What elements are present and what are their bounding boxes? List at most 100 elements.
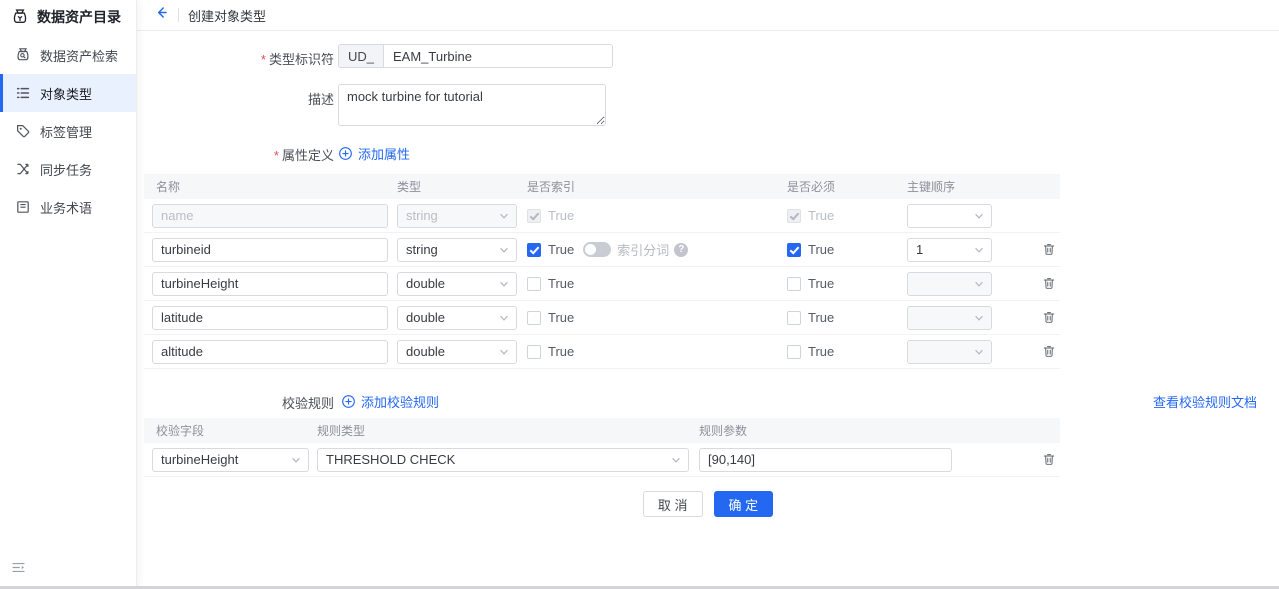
column-header-rule-type: 规则类型 [317, 422, 699, 439]
attr-type-select-value: string [406, 242, 438, 257]
attr-type-select[interactable]: double [397, 306, 517, 330]
trash-icon [1042, 276, 1056, 291]
chevron-down-icon [499, 347, 509, 357]
add-attribute-button[interactable]: 添加属性 [338, 144, 410, 163]
plus-circle-icon [341, 394, 356, 409]
checkbox-label: True [808, 310, 834, 325]
main-area: 创建对象类型 *类型标识符 UD_ 描述 *属性定义 添加属性 [137, 0, 1279, 589]
attr-required-checkbox[interactable] [787, 243, 801, 257]
attr-required-checkbox[interactable] [787, 311, 801, 325]
attr-type-select-value: string [406, 208, 438, 223]
delete-attribute-button[interactable] [1042, 344, 1056, 359]
attr-name-input[interactable] [152, 272, 388, 296]
attr-type-select-value: double [406, 344, 445, 359]
form-content: *类型标识符 UD_ 描述 *属性定义 添加属性 [137, 31, 1279, 589]
validation-table-row: turbineHeight THRESHOLD CHECK [144, 443, 1060, 477]
attributes-table: 名称 类型 是否索引 是否必须 主键顺序 stringTrueTrue stri… [144, 174, 1060, 369]
trash-icon [1042, 242, 1056, 257]
validation-table: 校验字段 规则类型 规则参数 turbineHeight THRESHOLD CH… [144, 418, 1060, 477]
attr-pk-order-select[interactable]: 1 [907, 238, 992, 262]
index-tokenize-toggle[interactable] [583, 242, 611, 257]
trash-icon [1042, 344, 1056, 359]
help-icon[interactable] [674, 243, 688, 257]
validation-table-header: 校验字段 规则类型 规则参数 [144, 418, 1060, 443]
attr-type-select-value: double [406, 276, 445, 291]
attr-indexed-checkbox[interactable] [527, 243, 541, 257]
book-icon [15, 199, 31, 215]
chevron-down-icon [499, 313, 509, 323]
asset-catalog-logo-icon [11, 8, 29, 26]
attr-name-input[interactable] [152, 340, 388, 364]
index-tokenize-label: 索引分词 [617, 240, 669, 259]
attr-pk-order-select-value [916, 208, 920, 223]
column-header-indexed: 是否索引 [527, 178, 787, 195]
sidebar-item-sync-task[interactable]: 同步任务 [0, 150, 136, 188]
chevron-down-icon [499, 245, 509, 255]
collapse-sidebar-icon[interactable] [11, 560, 136, 575]
checkbox-label: True [548, 310, 574, 325]
sidebar-item-tag-management[interactable]: 标签管理 [0, 112, 136, 150]
sidebar-item-business-terms[interactable]: 业务术语 [0, 188, 136, 226]
attr-pk-order-select [907, 306, 992, 330]
sidebar-item-object-type[interactable]: 对象类型 [0, 74, 136, 112]
page-title: 创建对象类型 [188, 6, 266, 25]
attr-type-select-value: double [406, 310, 445, 325]
back-button[interactable] [154, 5, 169, 25]
toggle-knob [585, 244, 596, 255]
rule-type-select-value: THRESHOLD CHECK [326, 452, 455, 467]
app-logo: 数据资产目录 [0, 0, 136, 36]
attr-pk-order-select[interactable] [907, 204, 992, 228]
attr-required-checkbox[interactable] [787, 345, 801, 359]
attr-indexed-checkbox[interactable] [527, 345, 541, 359]
rule-params-input[interactable] [699, 448, 952, 472]
validation-field-select-value: turbineHeight [161, 452, 238, 467]
attr-name-input[interactable] [152, 238, 388, 262]
sidebar-item-asset-search[interactable]: 数据资产检索 [0, 36, 136, 74]
checkbox-label: True [548, 276, 574, 291]
add-validation-rule-button[interactable]: 添加校验规则 [341, 392, 439, 411]
attr-required-checkbox[interactable] [787, 277, 801, 291]
identifier-label: *类型标识符 [137, 44, 334, 68]
chevron-down-icon [974, 245, 984, 255]
attr-type-select[interactable]: double [397, 272, 517, 296]
column-header-type: 类型 [397, 178, 527, 195]
attr-name-input[interactable] [152, 306, 388, 330]
attr-pk-order-select [907, 340, 992, 364]
delete-validation-rule-button[interactable] [1042, 452, 1056, 467]
trash-icon [1042, 452, 1056, 467]
plus-circle-icon [338, 146, 353, 161]
attr-name-input [152, 204, 388, 228]
confirm-button[interactable]: 确 定 [714, 491, 774, 517]
delete-attribute-button[interactable] [1042, 276, 1056, 291]
identifier-prefix: UD_ [338, 44, 383, 68]
attr-type-select[interactable]: string [397, 238, 517, 262]
attr-pk-order-select-value: 1 [916, 242, 923, 257]
attr-table-row: stringTrueTrue [144, 199, 1060, 233]
sidebar-item-label: 业务术语 [40, 198, 92, 217]
delete-attribute-button[interactable] [1042, 242, 1056, 257]
identifier-input[interactable] [383, 44, 613, 68]
validation-doc-link[interactable]: 查看校验规则文档 [1153, 392, 1257, 411]
checkbox-label: True [808, 276, 834, 291]
attr-type-select[interactable]: double [397, 340, 517, 364]
app-title: 数据资产目录 [37, 7, 121, 27]
cancel-button[interactable]: 取 消 [643, 491, 703, 517]
column-header-rule-params: 规则参数 [699, 422, 960, 439]
rule-type-select[interactable]: THRESHOLD CHECK [317, 448, 689, 472]
trash-icon [1042, 310, 1056, 325]
sidebar-item-label: 同步任务 [40, 160, 92, 179]
column-header-required: 是否必须 [787, 178, 907, 195]
validation-field-select[interactable]: turbineHeight [152, 448, 309, 472]
sidebar-item-label: 数据资产检索 [40, 46, 118, 65]
description-textarea[interactable] [338, 84, 606, 126]
attr-indexed-checkbox[interactable] [527, 277, 541, 291]
attr-indexed-checkbox [527, 209, 541, 223]
asset-search-icon [15, 47, 31, 63]
description-label: 描述 [137, 84, 334, 108]
chevron-down-icon [974, 347, 984, 357]
attr-indexed-checkbox[interactable] [527, 311, 541, 325]
chevron-down-icon [974, 211, 984, 221]
header-divider [178, 8, 179, 22]
delete-attribute-button[interactable] [1042, 310, 1056, 325]
attr-table-row: doubleTrueTrue [144, 335, 1060, 369]
